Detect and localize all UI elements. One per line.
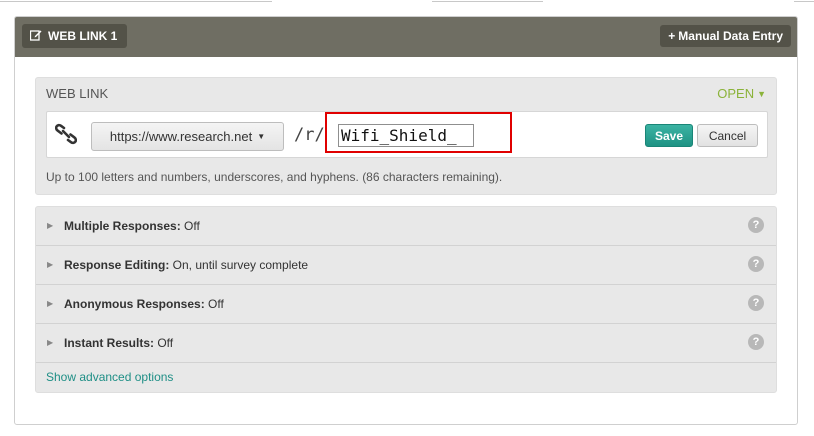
save-button[interactable]: Save [645,124,693,147]
option-multiple-responses[interactable]: ▶ Multiple Responses: Off ? [36,207,776,246]
weblink-section: WEB LINK OPEN ▼ https://www.research.net… [35,77,777,195]
option-instant-results[interactable]: ▶ Instant Results: Off ? [36,324,776,363]
path-prefix: /r/ [294,125,325,145]
manual-data-entry-button[interactable]: + Manual Data Entry [660,25,791,47]
slug-hint: Up to 100 letters and numbers, underscor… [46,170,503,184]
option-value: Off [154,336,174,350]
top-strip [0,0,814,3]
strip-segment [0,0,272,2]
option-anonymous-responses[interactable]: ▶ Anonymous Responses: Off ? [36,285,776,324]
option-name: Instant Results: [64,336,155,350]
help-icon[interactable]: ? [748,256,764,272]
edit-icon [29,29,42,44]
open-status-dropdown[interactable]: OPEN ▼ [717,86,766,101]
triangle-right-icon: ▶ [47,221,54,230]
domain-select[interactable]: https://www.research.net ▼ [91,122,284,151]
triangle-right-icon: ▶ [47,299,54,308]
option-name: Response Editing: [64,258,170,272]
help-icon[interactable]: ? [748,295,764,311]
cancel-button[interactable]: Cancel [697,124,758,147]
caret-down-icon: ▼ [757,88,766,99]
plus-icon: + [668,29,676,43]
option-label: Anonymous Responses: Off [64,297,224,311]
option-label: Instant Results: Off [64,336,173,350]
option-value: Off [180,219,200,233]
help-icon[interactable]: ? [748,334,764,350]
chain-link-icon [54,123,78,148]
strip-segment [794,0,814,2]
collector-panel: WEB LINK 1 + Manual Data Entry WEB LINK … [14,16,798,425]
option-name: Anonymous Responses: [64,297,205,311]
link-editor-row: https://www.research.net ▼ /r/ Save Canc… [46,111,768,158]
caret-down-icon: ▼ [257,132,266,141]
weblink-tab-label: WEB LINK 1 [48,29,118,43]
strip-segment [432,0,543,2]
triangle-right-icon: ▶ [47,338,54,347]
option-value: On, until survey complete [169,258,309,272]
option-label: Response Editing: On, until survey compl… [64,258,308,272]
panel-header: WEB LINK 1 + Manual Data Entry [15,17,797,57]
open-status-label: OPEN [717,86,755,101]
option-name: Multiple Responses: [64,219,181,233]
slug-input[interactable] [338,124,474,147]
weblink-title: WEB LINK [46,86,109,101]
help-icon[interactable]: ? [748,217,764,233]
manual-data-entry-label: Manual Data Entry [678,29,783,43]
option-label: Multiple Responses: Off [64,219,200,233]
option-value: Off [204,297,224,311]
triangle-right-icon: ▶ [47,260,54,269]
options-list: ▶ Multiple Responses: Off ? ▶ Response E… [35,206,777,393]
domain-select-value: https://www.research.net [109,129,253,144]
weblink-tab[interactable]: WEB LINK 1 [22,24,128,48]
option-response-editing[interactable]: ▶ Response Editing: On, until survey com… [36,246,776,285]
show-advanced-options-link[interactable]: Show advanced options [46,370,173,384]
